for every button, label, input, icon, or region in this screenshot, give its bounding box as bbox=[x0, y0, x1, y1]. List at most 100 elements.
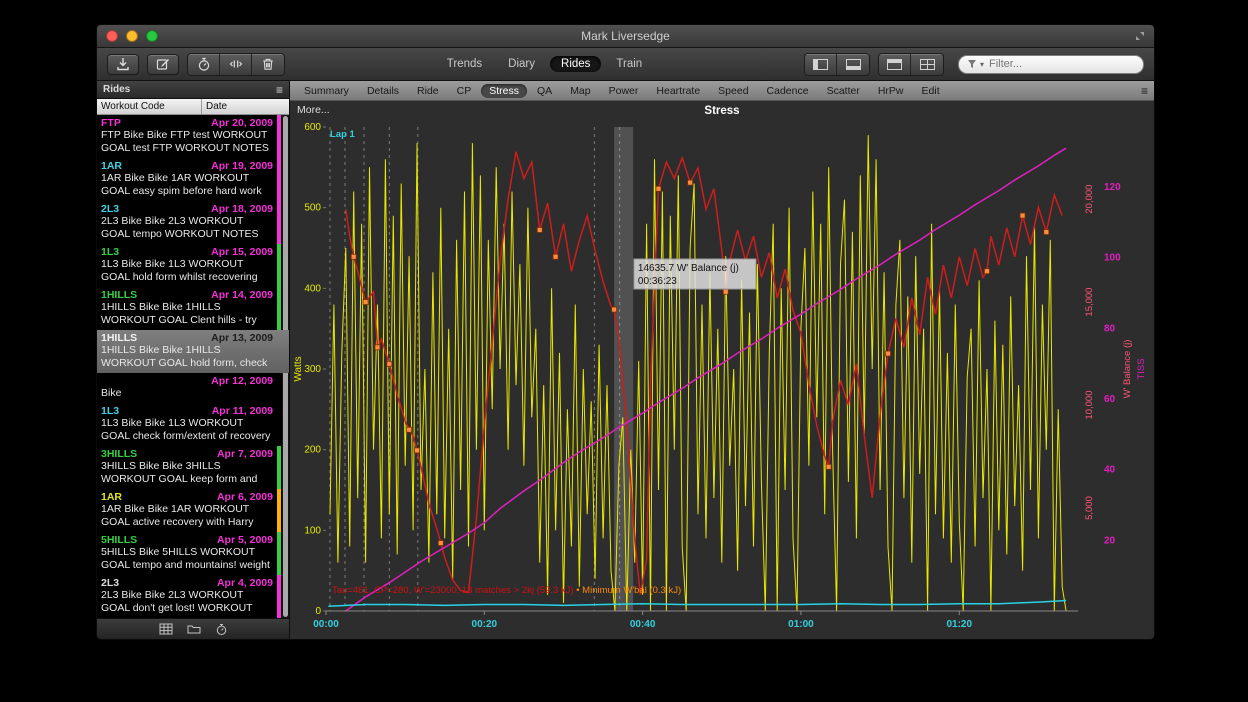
ride-desc: WORKOUT GOAL keep form and bbox=[101, 473, 273, 486]
svg-text:100: 100 bbox=[1104, 253, 1121, 264]
ride-desc: FTP Bike Bike FTP test WORKOUT bbox=[101, 129, 273, 142]
ride-desc: WORKOUT GOAL Clent hills - try bbox=[101, 314, 273, 327]
match-marker bbox=[553, 254, 558, 259]
column-workout-code[interactable]: Workout Code bbox=[97, 99, 202, 114]
ride-desc: GOAL tempo WORKOUT NOTES bbox=[101, 228, 273, 241]
svg-text:200: 200 bbox=[304, 445, 321, 456]
tab-power[interactable]: Power bbox=[601, 84, 647, 98]
stress-chart[interactable]: 00:0000:2000:4001:0001:20010020030040050… bbox=[290, 119, 1154, 639]
svg-text:00:20: 00:20 bbox=[472, 619, 498, 630]
tab-ride[interactable]: Ride bbox=[409, 84, 447, 98]
maximize-button[interactable] bbox=[146, 30, 158, 42]
traffic-lights bbox=[97, 30, 158, 42]
tooltip: 14635.7 W' Balance (j)00:36:23 bbox=[634, 259, 756, 289]
svg-text:100: 100 bbox=[304, 525, 321, 536]
ride-color-chip bbox=[277, 287, 281, 330]
svg-text:600: 600 bbox=[304, 122, 321, 133]
tab-edit[interactable]: Edit bbox=[914, 84, 948, 98]
ride-date: Apr 6, 2009 bbox=[217, 491, 273, 503]
app-tab-rides[interactable]: Rides bbox=[550, 56, 601, 72]
stopwatch-button[interactable] bbox=[188, 54, 220, 75]
svg-text:60: 60 bbox=[1104, 394, 1116, 405]
ride-code: 1AR bbox=[101, 491, 122, 503]
sidebar-menu-icon[interactable]: ≡ bbox=[276, 84, 283, 96]
minimize-button[interactable] bbox=[126, 30, 138, 42]
ride-row[interactable]: FTPApr 20, 2009FTP Bike Bike FTP test WO… bbox=[97, 115, 289, 158]
app-tab-train[interactable]: Train bbox=[605, 56, 653, 72]
ride-date: Apr 7, 2009 bbox=[217, 448, 273, 460]
ride-code: 3HILLS bbox=[101, 448, 137, 460]
folder-button[interactable] bbox=[187, 623, 201, 635]
match-marker bbox=[1020, 213, 1025, 218]
toggle-lowbar-button[interactable] bbox=[837, 54, 869, 75]
toggle-tiled-button[interactable] bbox=[911, 54, 943, 75]
save-ride-button[interactable] bbox=[107, 54, 139, 75]
ride-desc: 1HILLS Bike Bike 1HILLS bbox=[101, 301, 273, 314]
tab-speed[interactable]: Speed bbox=[710, 84, 756, 98]
view-style-segment bbox=[878, 53, 944, 76]
fullscreen-icon[interactable] bbox=[1134, 30, 1146, 42]
search-filter[interactable]: ▾ bbox=[958, 55, 1144, 74]
column-headers: Workout Code Date bbox=[97, 99, 289, 115]
tab-details[interactable]: Details bbox=[359, 84, 407, 98]
app-tab-diary[interactable]: Diary bbox=[497, 56, 546, 72]
ride-color-chip bbox=[277, 115, 281, 158]
sidebar-toggle-segment bbox=[804, 53, 870, 76]
calendar-grid-button[interactable] bbox=[159, 623, 173, 635]
svg-text:14635.7 W' Balance (j): 14635.7 W' Balance (j) bbox=[638, 263, 739, 274]
svg-text:300: 300 bbox=[304, 364, 321, 375]
close-button[interactable] bbox=[106, 30, 118, 42]
edit-ride-button[interactable] bbox=[147, 54, 179, 75]
tab-summary[interactable]: Summary bbox=[296, 84, 357, 98]
ride-row[interactable]: 5HILLSApr 5, 20095HILLS Bike 5HILLS WORK… bbox=[97, 532, 289, 575]
ride-date: Apr 12, 2009 bbox=[211, 375, 273, 387]
ride-row[interactable]: 2L3Apr 4, 20092L3 Bike Bike 2L3 WORKOUTG… bbox=[97, 575, 289, 618]
svg-text:20: 20 bbox=[1104, 535, 1116, 546]
match-marker bbox=[656, 186, 661, 191]
ride-row[interactable]: 2L3Apr 18, 20092L3 Bike Bike 2L3 WORKOUT… bbox=[97, 201, 289, 244]
ride-row[interactable]: 1L3Apr 11, 20091L3 Bike Bike 1L3 WORKOUT… bbox=[97, 403, 289, 446]
interval-tool-button[interactable] bbox=[215, 623, 228, 636]
window-title: Mark Liversedge bbox=[97, 29, 1154, 43]
match-marker bbox=[537, 227, 542, 232]
svg-text:400: 400 bbox=[304, 283, 321, 294]
ride-color-chip bbox=[277, 532, 281, 575]
ride-row[interactable]: Apr 12, 2009Bike bbox=[97, 373, 289, 403]
series-speed bbox=[328, 601, 1066, 607]
match-marker bbox=[415, 448, 420, 453]
ride-date: Apr 5, 2009 bbox=[217, 534, 273, 546]
ride-desc: 1L3 Bike Bike 1L3 WORKOUT bbox=[101, 417, 273, 430]
ride-row[interactable]: 1HILLSApr 14, 20091HILLS Bike Bike 1HILL… bbox=[97, 287, 289, 330]
filter-input[interactable] bbox=[987, 57, 1135, 71]
ride-desc: 1AR Bike Bike 1AR WORKOUT bbox=[101, 503, 273, 516]
tab-scatter[interactable]: Scatter bbox=[819, 84, 868, 98]
delete-ride-button[interactable] bbox=[252, 54, 284, 75]
tab-hrpw[interactable]: HrPw bbox=[870, 84, 912, 98]
chart-menu-icon[interactable]: ≡ bbox=[1141, 85, 1148, 97]
match-marker bbox=[1044, 230, 1049, 235]
tab-qa[interactable]: QA bbox=[529, 84, 560, 98]
ride-row[interactable]: 1L3Apr 15, 20091L3 Bike Bike 1L3 WORKOUT… bbox=[97, 244, 289, 287]
tiled-view-icon bbox=[920, 59, 935, 70]
tab-cp[interactable]: CP bbox=[449, 84, 480, 98]
ride-row[interactable]: 1HILLSApr 13, 20091HILLS Bike Bike 1HILL… bbox=[97, 330, 289, 373]
toggle-tabbed-button[interactable] bbox=[879, 54, 911, 75]
match-marker bbox=[407, 427, 412, 432]
tab-map[interactable]: Map bbox=[562, 84, 598, 98]
ride-row[interactable]: 3HILLSApr 7, 20093HILLS Bike Bike 3HILLS… bbox=[97, 446, 289, 489]
ride-row[interactable]: 1ARApr 19, 20091AR Bike Bike 1AR WORKOUT… bbox=[97, 158, 289, 201]
toggle-sidebar-button[interactable] bbox=[805, 54, 837, 75]
svg-text:15,000: 15,000 bbox=[1084, 288, 1095, 317]
tab-cadence[interactable]: Cadence bbox=[759, 84, 817, 98]
tab-stress[interactable]: Stress bbox=[481, 84, 527, 98]
app-tab-trends[interactable]: Trends bbox=[436, 56, 493, 72]
ride-row[interactable]: 1ARApr 6, 20091AR Bike Bike 1AR WORKOUTG… bbox=[97, 489, 289, 532]
lowbar-icon bbox=[846, 59, 861, 70]
intervals-button[interactable] bbox=[220, 54, 252, 75]
chart-tab-bar: SummaryDetailsRideCPStressQAMapPowerHear… bbox=[296, 84, 1141, 98]
folder-icon bbox=[187, 623, 201, 635]
tab-heartrate[interactable]: Heartrate bbox=[648, 84, 708, 98]
svg-text:80: 80 bbox=[1104, 323, 1116, 334]
ride-code: 1HILLS bbox=[101, 289, 137, 301]
column-date[interactable]: Date bbox=[202, 101, 289, 112]
